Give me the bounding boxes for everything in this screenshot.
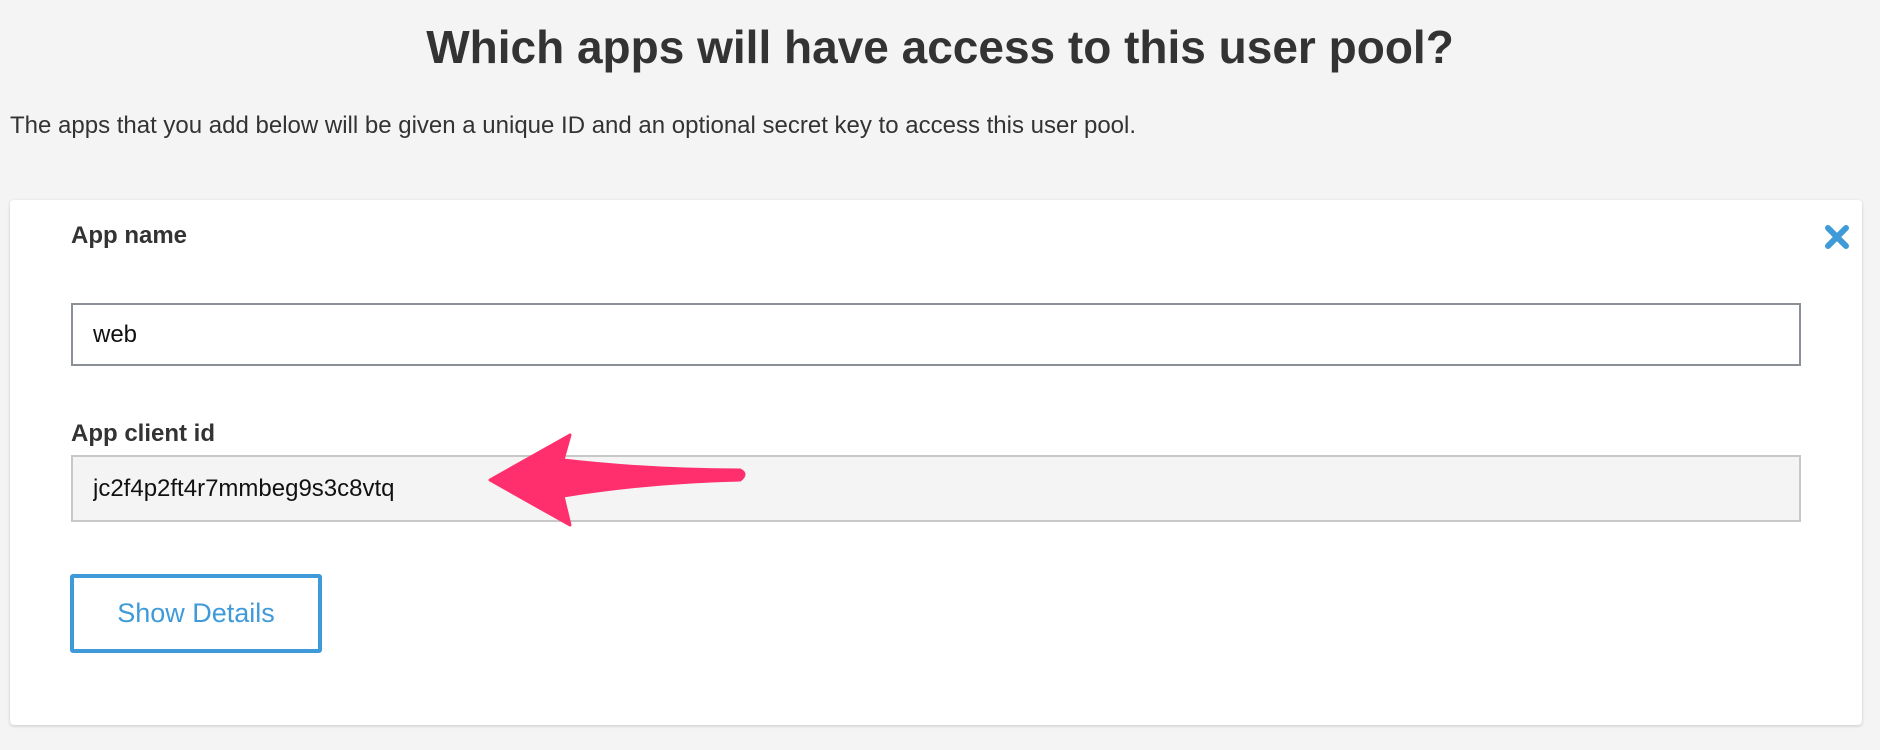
- app-name-input[interactable]: [71, 303, 1801, 366]
- close-icon[interactable]: [1822, 222, 1852, 252]
- arrow-left-icon: [480, 430, 760, 535]
- app-client-card: App name App client id Show Details: [10, 200, 1862, 725]
- app-client-id-field[interactable]: [71, 455, 1801, 522]
- page-title: Which apps will have access to this user…: [426, 21, 1454, 73]
- show-details-button[interactable]: Show Details: [70, 574, 322, 653]
- app-client-id-label: App client id: [71, 420, 215, 447]
- app-name-label: App name: [71, 222, 188, 249]
- page-subtitle: The apps that you add below will be give…: [10, 112, 1137, 139]
